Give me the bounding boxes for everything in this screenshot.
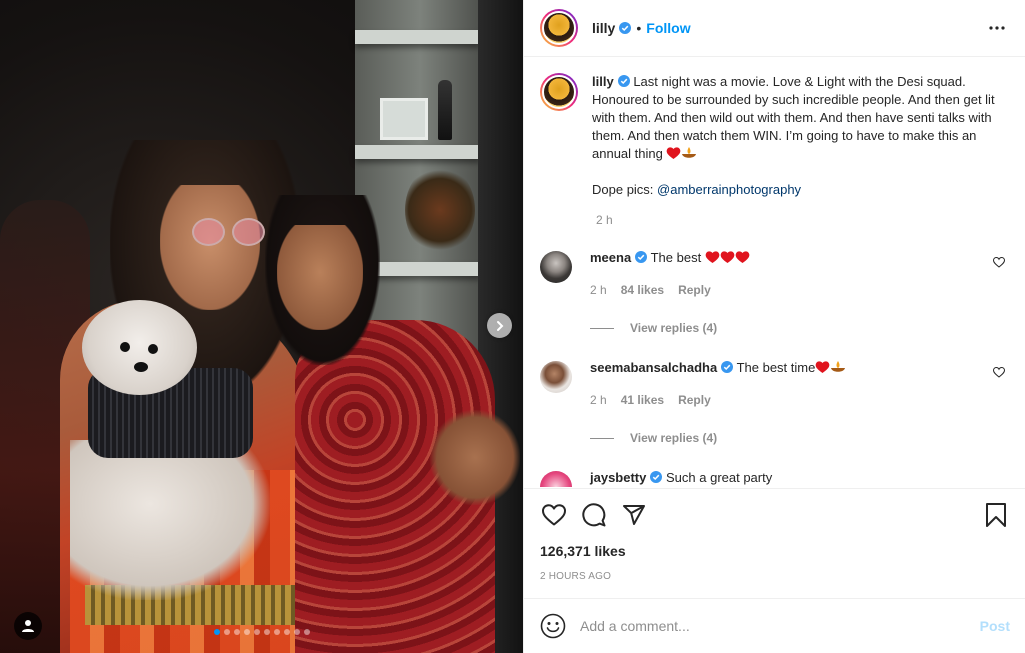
red-heart-icon [816, 361, 830, 373]
post-comment-button[interactable]: Post [980, 618, 1010, 634]
caption-author-avatar[interactable] [540, 73, 578, 111]
header-separator: • [636, 20, 642, 36]
heart-icon [542, 504, 566, 526]
author-avatar[interactable] [540, 9, 578, 47]
post-date[interactable]: 2 HOURS AGO [540, 571, 1010, 582]
comment-likes[interactable]: 41 likes [621, 391, 664, 409]
comment-text: The best [650, 250, 702, 265]
comment-text: Such a great party [666, 470, 773, 485]
like-comment-heart-icon[interactable] [993, 367, 1005, 378]
photo-person-right-hand [430, 410, 520, 505]
verified-badge-icon [619, 22, 632, 34]
red-heart-icon [720, 251, 735, 263]
commenter-avatar[interactable] [540, 251, 572, 283]
carousel-dot [274, 629, 280, 635]
comment-item: jaysbetty Such a great party [540, 469, 1009, 487]
photo-credits-label: Dope pics: [592, 182, 654, 197]
photo-trophy-decor [438, 80, 452, 140]
author-username[interactable]: lilly [592, 20, 615, 36]
view-replies-label: View replies (4) [630, 321, 718, 335]
bookmark-icon [986, 503, 1006, 527]
photo-plant-decor [405, 165, 475, 255]
carousel-dot [244, 629, 250, 635]
carousel-dot [234, 629, 240, 635]
comment-item: seemabansalchadha The best time 2 h 41 l… [540, 359, 1009, 447]
comment-button[interactable] [580, 501, 608, 529]
add-comment-bar: Post [524, 598, 1025, 653]
replies-divider [590, 327, 614, 329]
comment-reply-button[interactable]: Reply [678, 281, 711, 299]
red-heart-icon [735, 251, 750, 263]
chevron-right-icon [496, 320, 503, 331]
save-button[interactable] [982, 501, 1010, 529]
view-replies-button[interactable]: View replies (4) [590, 429, 1009, 447]
verified-badge-icon [635, 251, 648, 263]
instagram-post-modal: lilly • Follow lilly Last night was a mo… [0, 0, 1025, 653]
carousel-next-button[interactable] [487, 313, 512, 338]
carousel-indicator [214, 629, 310, 635]
emoji-icon[interactable] [540, 613, 566, 639]
commenter-avatar[interactable] [540, 471, 572, 487]
photographer-mention-link[interactable]: @amberrainphotography [657, 182, 801, 197]
user-tag-icon [22, 620, 34, 632]
diya-lamp-icon [831, 361, 846, 372]
caption-body: Last night was a movie. Love & Light wit… [592, 74, 995, 161]
paper-plane-icon [623, 505, 645, 525]
carousel-dot [254, 629, 260, 635]
comment-text: The best time [736, 360, 816, 375]
caption-username[interactable]: lilly [592, 74, 614, 89]
photo-person-right-face [277, 225, 363, 330]
carousel-dot [304, 629, 310, 635]
comment-bubble-icon [582, 503, 606, 527]
caption-text: lilly Last night was a movie. Love & Lig… [592, 73, 1009, 199]
photo-shelf [355, 30, 480, 44]
follow-button[interactable]: Follow [646, 20, 690, 36]
photo-sunglasses [192, 218, 268, 248]
view-replies-label: View replies (4) [630, 431, 718, 445]
comment-username[interactable]: meena [590, 250, 631, 265]
red-heart-icon [705, 251, 720, 263]
caption-timestamp: 2 h [596, 213, 613, 227]
post-caption: lilly Last night was a movie. Love & Lig… [540, 73, 1009, 199]
photo-frame-decor [380, 98, 428, 140]
photo-credits: Dope pics: @amberrainphotography [592, 181, 1009, 199]
more-horizontal-icon [989, 26, 1005, 30]
comment-timestamp: 2 h [590, 393, 607, 407]
photo-shelf [355, 145, 480, 159]
diya-lamp-icon [682, 147, 697, 158]
post-actions: 126,371 likes 2 HOURS AGO [524, 488, 1025, 582]
commenter-avatar[interactable] [540, 361, 572, 393]
more-options-button[interactable] [985, 16, 1009, 40]
tagged-users-button[interactable] [14, 612, 42, 640]
comment-likes[interactable]: 84 likes [621, 281, 664, 299]
comment-item: meena The best 2 h 84 likes Reply View r… [540, 249, 1009, 337]
comment-username[interactable]: seemabansalchadha [590, 360, 717, 375]
carousel-dot [294, 629, 300, 635]
share-button[interactable] [620, 501, 648, 529]
carousel-dot [284, 629, 290, 635]
post-photo[interactable] [0, 0, 523, 653]
view-replies-button[interactable]: View replies (4) [590, 319, 1009, 337]
red-heart-icon [667, 147, 681, 159]
verified-badge-icon [650, 471, 663, 483]
comment-timestamp: 2 h [590, 283, 607, 297]
comments-list[interactable]: lilly Last night was a movie. Love & Lig… [524, 57, 1025, 487]
post-likes-count[interactable]: 126,371 likes [540, 543, 1010, 559]
carousel-dot [224, 629, 230, 635]
verified-badge-icon [721, 361, 734, 373]
comment-input[interactable] [580, 618, 980, 634]
like-button[interactable] [540, 501, 568, 529]
post-details-panel: lilly • Follow lilly Last night was a mo… [523, 0, 1025, 653]
comment-username[interactable]: jaysbetty [590, 470, 646, 485]
comment-reply-button[interactable]: Reply [678, 391, 711, 409]
verified-badge-icon [617, 75, 630, 87]
like-comment-heart-icon[interactable] [993, 257, 1005, 268]
replies-divider [590, 437, 614, 439]
carousel-dot [264, 629, 270, 635]
photo-dog [70, 300, 270, 600]
carousel-dot [214, 629, 220, 635]
post-header: lilly • Follow [524, 0, 1025, 57]
